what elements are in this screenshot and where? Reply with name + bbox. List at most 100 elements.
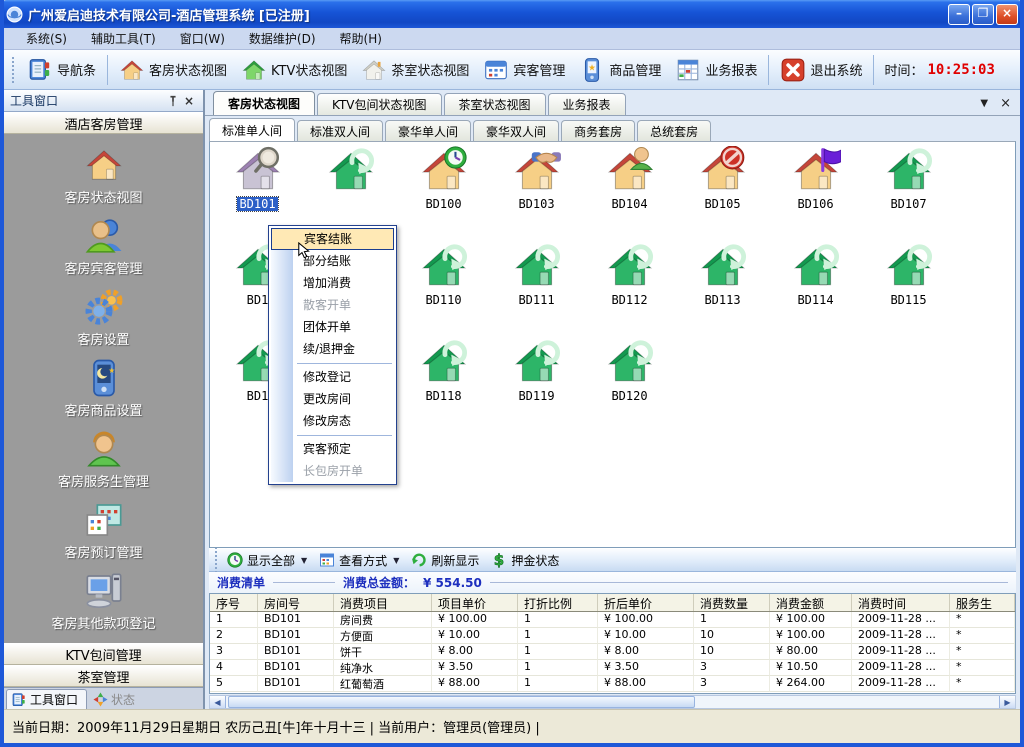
toolbar-button-6[interactable]: ★商品管理: [572, 54, 668, 86]
toolbar-grip-icon[interactable]: [12, 57, 16, 83]
minimize-button[interactable]: –: [948, 4, 970, 25]
table-row[interactable]: 1BD101房间费¥ 100.001¥ 100.001¥ 100.002009-…: [210, 612, 1015, 628]
room-hidden-0-1[interactable]: [304, 142, 397, 238]
room-BD107[interactable]: BD107: [862, 142, 955, 238]
pin-icon[interactable]: [165, 93, 181, 109]
toolbar-button-8[interactable]: 退出系统: [773, 54, 869, 86]
sidebar-item-2[interactable]: 客房宾客管理: [4, 211, 203, 282]
roomtype-tab-6[interactable]: 总统套房: [637, 120, 711, 141]
menu-item-2[interactable]: 辅助工具(T): [79, 28, 168, 49]
tabstrip-dropdown-icon[interactable]: ▼: [975, 98, 993, 109]
table-row[interactable]: 2BD101方便面¥ 10.001¥ 10.0010¥ 100.002009-1…: [210, 628, 1015, 644]
sidebar-item-6[interactable]: 客房预订管理: [4, 495, 203, 566]
room-BD119[interactable]: BD119: [490, 334, 583, 430]
consumption-list-label: 消费清单: [217, 574, 265, 591]
roomtype-tab-4[interactable]: 豪华双人间: [473, 120, 559, 141]
sidebar-bottom-tab-2[interactable]: 状态: [89, 689, 143, 709]
column-header-5[interactable]: 打折比例: [518, 594, 598, 611]
toolbar-button-2[interactable]: 客房状态视图: [112, 54, 234, 86]
sidebar-close-icon[interactable]: ×: [181, 93, 197, 109]
menu-item-5[interactable]: 帮助(H): [328, 28, 394, 49]
roomtype-tab-2[interactable]: 标准双人间: [297, 120, 383, 141]
sidebar-group-header[interactable]: 酒店客房管理: [4, 112, 203, 134]
column-header-3[interactable]: 消费项目: [334, 594, 432, 611]
roomtype-tab-3[interactable]: 豪华单人间: [385, 120, 471, 141]
room-BD104[interactable]: BD104: [583, 142, 676, 238]
scrollbar-thumb[interactable]: [228, 696, 695, 708]
toolbar-button-4[interactable]: 茶室状态视图: [354, 54, 476, 86]
room-BD115[interactable]: BD115: [862, 238, 955, 334]
action-button-1[interactable]: 显示全部▼: [223, 550, 315, 571]
menu-item-3[interactable]: 窗口(W): [168, 28, 237, 49]
room-BD105[interactable]: BD105: [676, 142, 769, 238]
context-menu-item-10[interactable]: 修改房态: [271, 410, 394, 432]
sidebar-group-button-1[interactable]: KTV包间管理: [4, 643, 203, 665]
context-menu-item-9[interactable]: 更改房间: [271, 388, 394, 410]
room-BD112[interactable]: BD112: [583, 238, 676, 334]
column-header-10[interactable]: 服务生: [950, 594, 1015, 611]
view-tab-3[interactable]: 茶室状态视图: [444, 93, 546, 115]
action-button-3[interactable]: 刷新显示: [407, 550, 487, 571]
column-header-7[interactable]: 消费数量: [694, 594, 770, 611]
close-button[interactable]: ×: [996, 4, 1018, 25]
toolbar-button-1[interactable]: 导航条: [20, 54, 103, 86]
sidebar-item-1[interactable]: 客房状态视图: [4, 140, 203, 211]
dropdown-arrow-icon[interactable]: ▼: [393, 556, 399, 565]
context-menu-item-2[interactable]: 部分结账: [271, 250, 394, 272]
scroll-right-arrow-icon[interactable]: ▶: [999, 696, 1015, 708]
room-BD111[interactable]: BD111: [490, 238, 583, 334]
action-button-4[interactable]: $押金状态: [487, 550, 567, 571]
title-bar[interactable]: 广州爱启迪技术有限公司-酒店管理系统 [已注册] – ❐ ×: [0, 0, 1024, 28]
context-menu-item-12[interactable]: 宾客预定: [271, 438, 394, 460]
room-BD106[interactable]: BD106: [769, 142, 862, 238]
view-tab-2[interactable]: KTV包间状态视图: [317, 93, 441, 115]
room-BD103[interactable]: BD103: [490, 142, 583, 238]
roomtype-tab-1[interactable]: 标准单人间: [209, 118, 295, 141]
sidebar-item-5[interactable]: 客房服务生管理: [4, 424, 203, 495]
room-BD100[interactable]: BD100: [397, 142, 490, 238]
tabstrip-close-icon[interactable]: ×: [995, 96, 1016, 111]
toolbar-button-7[interactable]: 业务报表: [668, 54, 764, 86]
context-menu-item-8[interactable]: 修改登记: [271, 366, 394, 388]
roomtype-tab-5[interactable]: 商务套房: [561, 120, 635, 141]
column-header-8[interactable]: 消费金额: [770, 594, 852, 611]
view-tab-4[interactable]: 业务报表: [548, 93, 626, 115]
scroll-left-arrow-icon[interactable]: ◀: [210, 696, 226, 708]
room-BD120[interactable]: BD120: [583, 334, 676, 430]
menu-item-1[interactable]: 系统(S): [14, 28, 79, 49]
column-header-6[interactable]: 折后单价: [598, 594, 694, 611]
room-BD114[interactable]: BD114: [769, 238, 862, 334]
column-header-4[interactable]: 项目单价: [432, 594, 518, 611]
sidebar-item-7[interactable]: 客房其他款项登记: [4, 566, 203, 637]
table-row[interactable]: 3BD101饼干¥ 8.001¥ 8.0010¥ 80.002009-11-28…: [210, 644, 1015, 660]
room-BD101[interactable]: BD101: [211, 142, 304, 238]
action-button-2[interactable]: 查看方式▼: [315, 550, 407, 571]
context-menu-item-1[interactable]: 宾客结账: [271, 228, 394, 250]
room-BD110[interactable]: BD110: [397, 238, 490, 334]
table-horizontal-scrollbar[interactable]: ◀ ▶: [209, 695, 1016, 709]
table-row[interactable]: 4BD101纯净水¥ 3.501¥ 3.503¥ 10.502009-11-28…: [210, 660, 1015, 676]
room-BD118[interactable]: BD118: [397, 334, 490, 430]
toolbar-button-3[interactable]: KTV状态视图: [234, 54, 354, 86]
toolwindow-icon: [11, 692, 27, 708]
sidebar-item-4[interactable]: ★客房商品设置: [4, 353, 203, 424]
column-header-9[interactable]: 消费时间: [852, 594, 950, 611]
column-header-1[interactable]: 序号: [210, 594, 258, 611]
dropdown-arrow-icon[interactable]: ▼: [301, 556, 307, 565]
sidebar-bottom-tab-1[interactable]: 工具窗口: [6, 689, 87, 709]
toolbar-button-5[interactable]: 宾客管理: [476, 54, 572, 86]
context-menu-item-3[interactable]: 增加消费: [271, 272, 394, 294]
table-row[interactable]: 5BD101红葡萄酒¥ 88.001¥ 88.003¥ 264.002009-1…: [210, 676, 1015, 692]
actions-grip-icon[interactable]: [215, 547, 219, 573]
view-tab-1[interactable]: 客房状态视图: [213, 91, 315, 115]
context-menu-item-6[interactable]: 续/退押金: [271, 338, 394, 360]
sidebar-group-button-2[interactable]: 茶室管理: [4, 665, 203, 687]
table-header-row: 序号房间号消费项目项目单价打折比例折后单价消费数量消费金额消费时间服务生: [210, 594, 1015, 612]
context-menu-item-5[interactable]: 团体开单: [271, 316, 394, 338]
menu-item-4[interactable]: 数据维护(D): [237, 28, 328, 49]
sidebar-item-3[interactable]: 客房设置: [4, 282, 203, 353]
column-header-2[interactable]: 房间号: [258, 594, 334, 611]
room-BD113[interactable]: BD113: [676, 238, 769, 334]
room-icon-vacant: [326, 146, 376, 196]
maximize-button[interactable]: ❐: [972, 4, 994, 25]
